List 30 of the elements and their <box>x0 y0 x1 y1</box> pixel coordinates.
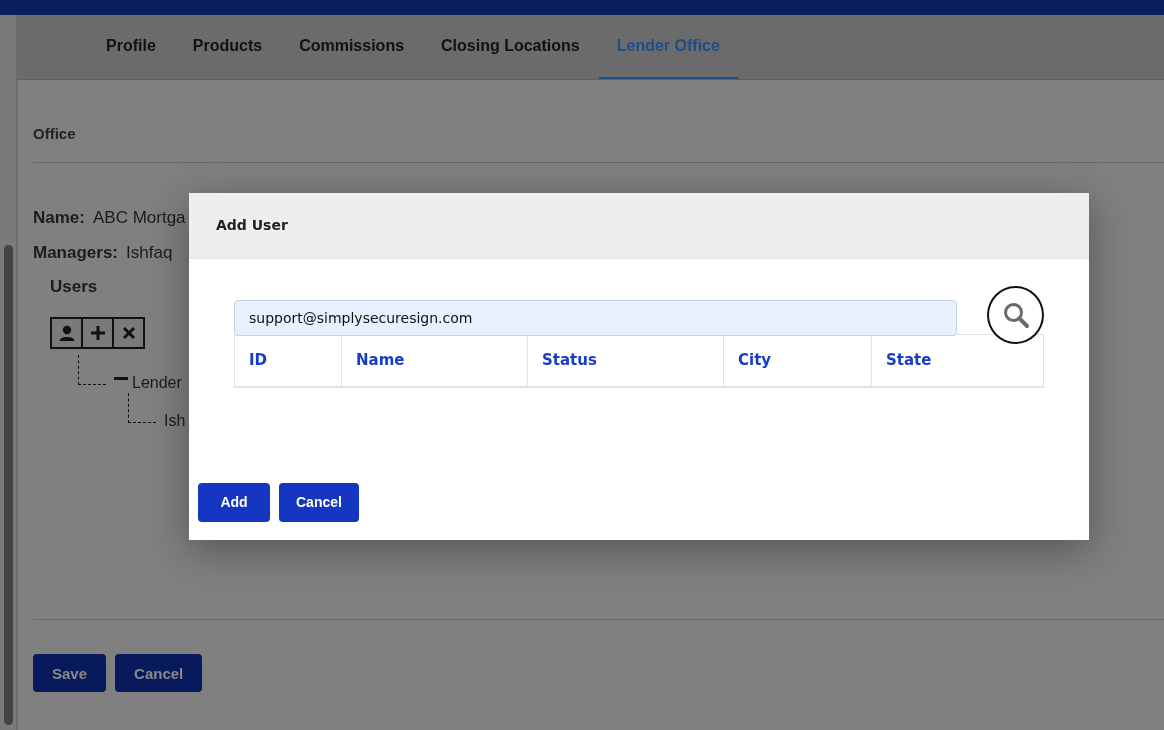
save-button[interactable]: Save <box>33 654 107 692</box>
search-icon <box>1001 301 1030 329</box>
plus-icon <box>88 324 107 342</box>
field-label: Name: <box>33 208 85 228</box>
tab[interactable]: Profile <box>88 15 174 79</box>
tree-item[interactable]: Ish <box>164 412 186 431</box>
cancel-button[interactable]: Cancel <box>115 654 203 692</box>
tree-item[interactable]: Lender <box>132 374 182 393</box>
tool-button[interactable] <box>50 317 83 349</box>
person-icon <box>57 324 76 342</box>
dialog-title: Add User <box>216 217 288 233</box>
column-header[interactable]: ID <box>234 334 342 387</box>
connector-line <box>78 355 106 385</box>
field-label: Managers: <box>33 243 119 263</box>
section-title: Office <box>33 80 1164 163</box>
search-field[interactable]: support@simplysecuresign.com <box>234 300 958 336</box>
tab[interactable]: Commissions <box>281 15 423 79</box>
add-button[interactable]: Add <box>198 482 270 522</box>
scrollbar-thumb[interactable] <box>4 245 13 725</box>
tool-button[interactable] <box>81 317 114 349</box>
connector-line <box>128 393 156 423</box>
cancel-button[interactable]: Cancel <box>279 482 359 522</box>
users-heading: Users <box>50 277 99 297</box>
field-value: ABC Mortga <box>92 208 186 228</box>
tab[interactable]: Products <box>174 15 281 79</box>
search-button[interactable] <box>987 286 1044 344</box>
tab[interactable]: Closing Locations <box>423 15 598 79</box>
field-value: Ishfaq <box>126 243 173 263</box>
tool-button[interactable] <box>112 317 145 349</box>
collapse-toggle[interactable] <box>114 377 128 380</box>
